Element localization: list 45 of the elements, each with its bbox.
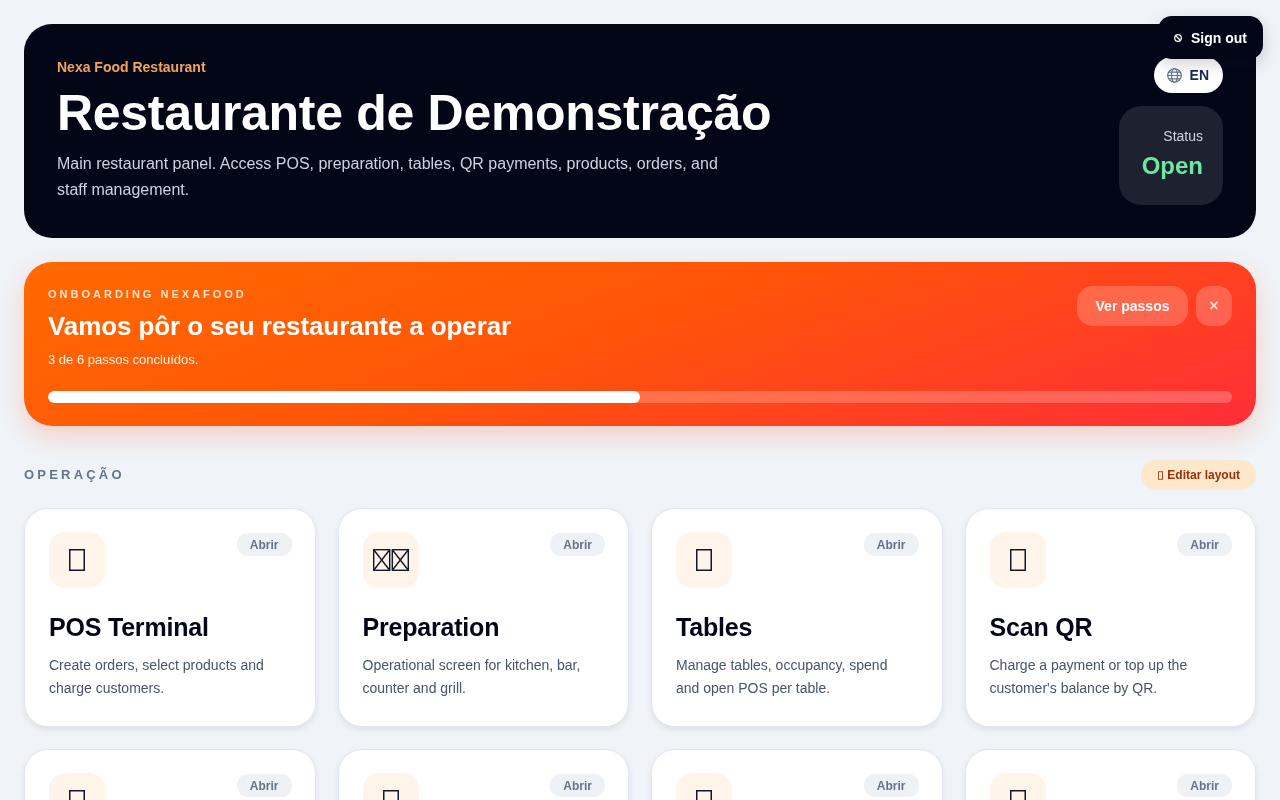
card-description: Manage tables, occupancy, spend and open POS per table. xyxy=(676,656,889,698)
language-button[interactable]: EN xyxy=(1153,57,1223,93)
box-glyph-icon xyxy=(1158,470,1164,480)
open-button[interactable]: Abrir xyxy=(550,533,605,556)
action-card[interactable]: Abrir xyxy=(964,749,1256,800)
globe-icon xyxy=(1166,67,1182,83)
edit-layout-button[interactable]: Editar layout xyxy=(1141,460,1256,490)
card-title: Scan QR xyxy=(989,612,1094,642)
progress-text: 3 de 6 passos concluídos. xyxy=(48,352,200,368)
card-title: Preparation xyxy=(362,612,501,642)
open-button[interactable]: Abrir xyxy=(863,533,919,556)
action-card[interactable]: Abrir xyxy=(651,749,943,800)
action-card[interactable]: Abrir Tables Manage tables, occupancy, spend and open POS per table. xyxy=(651,508,943,727)
card-description: Create orders, select products and charge customers. xyxy=(49,656,265,698)
open-button[interactable]: Abrir xyxy=(550,774,605,797)
view-steps-button[interactable]: Ver passos xyxy=(1077,286,1188,326)
page-title: Restaurante de Demonstração xyxy=(57,85,772,141)
page-description: Main restaurant panel. Access POS, preparation, tables, QR payments, products, orders, and staff management. xyxy=(57,154,719,200)
open-button[interactable]: Abrir xyxy=(236,774,292,797)
open-button[interactable]: Abrir xyxy=(863,774,919,797)
crossed-boxes-icon xyxy=(362,532,419,588)
action-card[interactable]: Abrir xyxy=(24,749,316,800)
action-card[interactable]: Abrir Preparation Operational screen for kitchen, bar, counter and grill. xyxy=(337,508,629,727)
card-title: Tables xyxy=(676,612,754,642)
status-value: Open xyxy=(1141,152,1203,180)
box-glyph-icon xyxy=(676,532,732,588)
banner-title: Vamos pôr o seu restaurante a operar xyxy=(48,311,512,341)
open-button[interactable]: Abrir xyxy=(236,533,292,556)
status-label: Status xyxy=(1163,127,1203,145)
action-card[interactable]: Abrir Scan QR Charge a payment or top up the customer's balance by QR. xyxy=(964,508,1256,727)
open-button[interactable]: Abrir xyxy=(1177,774,1232,797)
circle-slash-icon xyxy=(1174,33,1182,42)
box-glyph-icon xyxy=(989,532,1046,588)
sign-out-button[interactable]: Sign out xyxy=(1158,16,1263,59)
brand-label: Nexa Food Restaurant xyxy=(57,59,207,75)
banner-eyebrow: ONBOARDING NEXAFOOD xyxy=(48,287,248,301)
section-title: OPERAÇÃO xyxy=(24,467,125,483)
action-card[interactable]: Abrir POS Terminal Create orders, select products and charge customers. xyxy=(24,508,316,727)
card-description: Operational screen for kitchen, bar, counter and grill. xyxy=(362,656,582,698)
action-card[interactable]: Abrir xyxy=(337,749,629,800)
open-button[interactable]: Abrir xyxy=(1177,533,1232,556)
box-glyph-icon xyxy=(49,532,105,588)
close-button[interactable]: × xyxy=(1196,286,1232,326)
card-title: POS Terminal xyxy=(49,612,210,642)
card-description: Charge a payment or top up the customer's balance by QR. xyxy=(989,656,1189,698)
